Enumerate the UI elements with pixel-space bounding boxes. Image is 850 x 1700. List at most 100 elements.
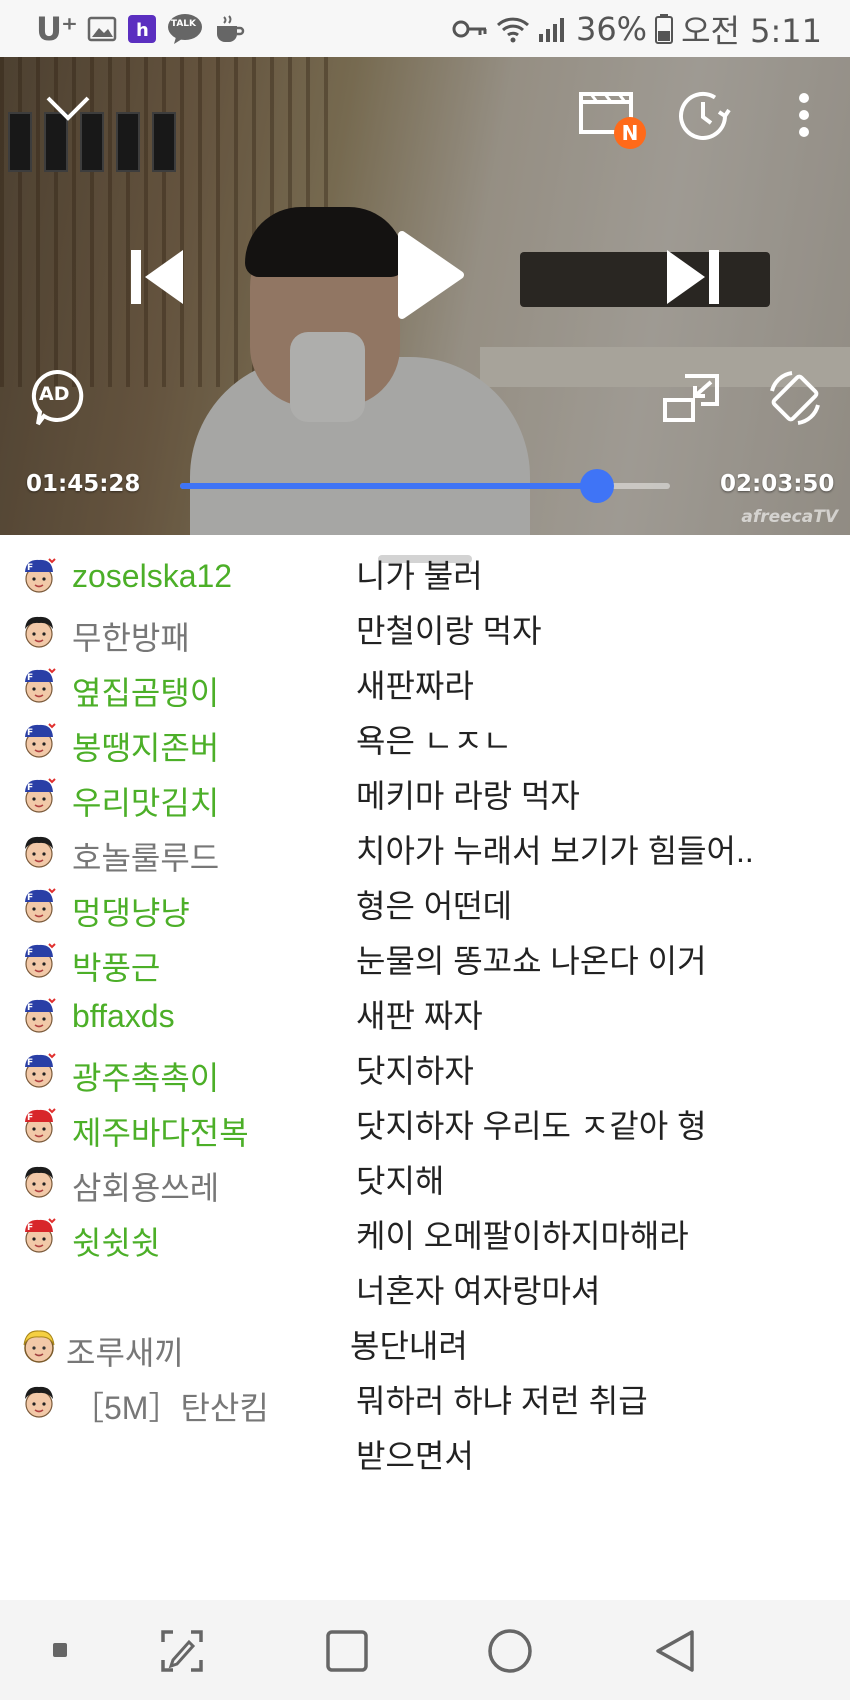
capture-write-icon [161,1630,203,1672]
user-avatar-icon[interactable]: F [20,667,58,705]
user-avatar-icon[interactable]: F [20,1107,58,1145]
nav-dot-button[interactable] [40,1630,80,1670]
user-avatar-icon[interactable]: F [20,997,58,1035]
chat-username[interactable]: 쉿쉿쉿 [72,1218,160,1264]
back-triangle-icon [656,1630,694,1672]
chat-username[interactable]: 옆집곰탱이 [72,668,219,714]
chat-message[interactable]: F 박풍근 눈물의 똥꼬쇼 나온다 이거 [0,934,850,989]
chat-username[interactable]: 무한방패 [72,613,190,659]
image-icon [87,16,117,42]
svg-text:F: F [27,1223,33,1233]
seek-thumb[interactable] [579,469,614,503]
svg-text:F: F [27,563,33,573]
user-avatar-icon[interactable]: F [20,887,58,925]
user-avatar-icon[interactable] [20,1327,58,1365]
chat-message[interactable]: F 광주촉촉이 닷지하자 [0,1044,850,1099]
recents-button[interactable] [318,1624,376,1678]
chat-message-text: 욕은 ㄴㅈㄴ [356,723,513,759]
chat-username[interactable]: 봉땡지존버 [72,723,219,769]
status-bar: U⁺ h TALK 36% 오전 5:11 [0,0,850,57]
chat-username[interactable]: 박풍근 [72,943,160,989]
chat-message-text: 니가 불러 [356,558,483,594]
user-avatar-icon[interactable]: F [20,942,58,980]
battery-icon [655,13,674,44]
history-button[interactable] [672,85,734,147]
chat-username[interactable]: 우리맛김치 [72,778,219,824]
svg-text:F: F [27,893,33,903]
user-avatar-icon[interactable]: F [20,557,58,595]
screen-rotation-icon [770,371,820,425]
chat-message[interactable]: ［5M］탄산킴 뭐하러 하냐 저런 취급 받으면서 [0,1374,850,1484]
previous-button[interactable] [122,242,192,312]
chat-message[interactable]: F 쉿쉿쉿 케이 오메팔이하지마해라너혼자 여자랑마셔 [0,1209,850,1319]
svg-text:F: F [27,1113,33,1123]
picture-in-picture-icon [663,374,719,422]
chat-message[interactable]: F 옆집곰탱이 새판짜라 [0,659,850,714]
svg-text:F: F [27,1058,33,1068]
collapse-button[interactable] [40,87,96,127]
ad-button[interactable]: AD [28,367,86,429]
carrier-label: U⁺ [36,9,78,48]
chat-message[interactable]: 조루새끼 봉단내려 [0,1319,850,1374]
chat-message[interactable]: F 제주바다전복 닷지하자 우리도 ㅈ같아 형 [0,1099,850,1154]
user-avatar-icon[interactable]: F [20,1217,58,1255]
chat-message-text: 닷지하자 우리도 ㅈ같아 형 [356,1108,707,1144]
home-circle-icon [488,1629,532,1673]
user-avatar-icon[interactable] [20,832,58,870]
chat-message-text: 치아가 누래서 보기가 힘들어.. [356,833,754,869]
chat-message[interactable]: 무한방패 만철이랑 먹자 [0,604,850,659]
chat-message[interactable]: F 봉땡지존버 욕은 ㄴㅈㄴ [0,714,850,769]
skip-next-icon [667,250,719,304]
chat-username[interactable]: 조루새끼 [66,1328,184,1374]
more-button[interactable] [786,87,822,143]
chat-message[interactable]: F 우리맛김치 메키마 라랑 먹자 [0,769,850,824]
user-avatar-icon[interactable]: F [20,722,58,760]
talk-badge: TALK [170,18,196,29]
rotate-button[interactable] [762,365,828,431]
chat-username[interactable]: bffaxds [72,998,175,1035]
recents-square-icon [326,1630,368,1672]
chat-username[interactable]: 멍댕냥냥 [72,888,190,934]
chat-message[interactable]: F 멍댕냥냥 형은 어떤데 [0,879,850,934]
h-app-icon: h [127,14,157,44]
chat-username[interactable]: 광주촉촉이 [72,1053,219,1099]
chat-message-text: 만철이랑 먹자 [356,613,542,649]
seek-bar[interactable] [180,469,670,503]
clip-button[interactable]: N [572,83,646,149]
screen-capture-button[interactable] [152,1624,212,1678]
chat-message[interactable]: 삼회용쓰레 닷지해 [0,1154,850,1209]
chat-message-text: 눈물의 똥꼬쇼 나온다 이거 [356,943,707,979]
user-avatar-icon[interactable]: F [20,1052,58,1090]
more-vertical-icon [799,93,809,137]
user-avatar-icon[interactable]: F [20,777,58,815]
back-button[interactable] [646,1622,704,1680]
chat-message-text: 케이 오메팔이하지마해라 [356,1218,689,1254]
chat-username[interactable]: 삼회용쓰레 [72,1163,219,1209]
chat-message[interactable]: Fzoselska12 니가 불러 [0,549,850,604]
battery-percent: 36% [575,9,648,48]
home-button[interactable] [480,1622,540,1680]
chat-message-text: 받으면서 [356,1438,474,1474]
user-avatar-icon[interactable] [20,612,58,650]
chat-message-text: 형은 어떤데 [356,888,513,924]
chat-username[interactable]: zoselska12 [72,558,232,595]
chat-username[interactable]: 제주바다전복 [72,1108,249,1154]
chat-message[interactable]: 호놀룰루드 치아가 누래서 보기가 힘들어.. [0,824,850,879]
user-avatar-icon[interactable] [20,1382,58,1420]
next-button[interactable] [658,242,728,312]
chat-message-text: 새판짜라 [356,668,474,704]
play-button[interactable] [386,225,476,325]
chat-panel[interactable]: Fzoselska12 니가 불러무한방패 만철이랑 먹자 F 옆집곰탱이 새판짜라 F 봉땡… [0,535,850,1600]
wifi-icon [496,15,530,43]
chat-username[interactable]: 호놀룰루드 [72,833,219,879]
pip-button[interactable] [660,372,722,424]
svg-text:F: F [27,673,33,683]
watermark: afreecaTV [741,507,838,527]
video-player[interactable]: N AD 01:45:28 02:03:50 afreecaTV [0,57,850,535]
chat-message-text: 너혼자 여자랑마셔 [356,1273,601,1309]
user-avatar-icon[interactable] [20,1162,58,1200]
chat-username[interactable]: ［5M］탄산킴 [72,1383,269,1429]
chat-message[interactable]: Fbffaxds 새판 짜자 [0,989,850,1044]
chat-message-text: 새판 짜자 [356,998,483,1034]
svg-text:F: F [27,1003,33,1013]
